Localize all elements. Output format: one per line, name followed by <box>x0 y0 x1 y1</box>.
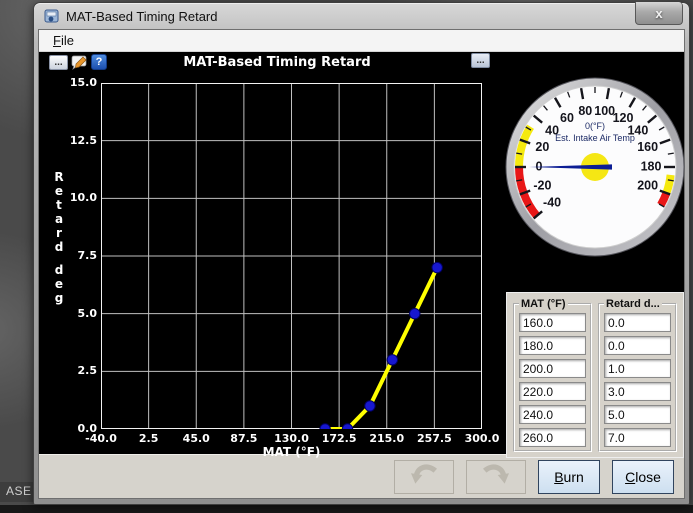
chart-title: MAT-Based Timing Retard <box>183 55 371 70</box>
mat-cell-input[interactable] <box>519 428 586 447</box>
undo-button[interactable] <box>394 459 454 494</box>
svg-text:200: 200 <box>637 178 658 192</box>
x-axis-label: MAT (°F) <box>262 445 321 459</box>
svg-text:Est. Intake Air Temp: Est. Intake Air Temp <box>555 133 635 143</box>
x-tick-label: 130.0 <box>274 432 309 445</box>
help-icon[interactable]: ? <box>91 54 107 70</box>
undo-icon <box>407 462 441 491</box>
y-tick-label: 10.0 <box>69 191 97 205</box>
retard-cell-input[interactable] <box>604 313 671 332</box>
mat-cell-input[interactable] <box>519 382 586 401</box>
mat-cell-input[interactable] <box>519 336 586 355</box>
mat-column-group: MAT (°F) <box>513 298 592 452</box>
y-tick-label: 2.5 <box>77 364 98 378</box>
curve-table-panel: MAT (°F) Retard d... <box>506 292 684 458</box>
svg-text:20: 20 <box>535 140 549 154</box>
svg-text:0(°F): 0(°F) <box>585 121 605 131</box>
burn-button[interactable]: Burn <box>538 459 600 494</box>
dialog-window: MAT-Based Timing Retard x File ... ? MAT… <box>33 2 690 505</box>
retard-column-header: Retard d... <box>606 298 660 310</box>
title-bar[interactable]: MAT-Based Timing Retard x <box>38 2 685 29</box>
retard-cell-input[interactable] <box>604 359 671 378</box>
svg-text:-40: -40 <box>543 195 561 209</box>
redo-icon <box>479 462 513 491</box>
mat-cell-input[interactable] <box>519 405 586 424</box>
svg-text:80: 80 <box>578 104 592 118</box>
window-body: File ... ? MAT-Based Timing Retard ... R… <box>38 29 685 499</box>
menu-bar: File <box>39 30 684 52</box>
mat-column-header: MAT (°F) <box>521 298 566 310</box>
x-tick-label: 172.5 <box>321 432 357 445</box>
retard-column-group: Retard d... <box>598 298 677 452</box>
svg-text:180: 180 <box>641 159 662 173</box>
y-tick-label: 5.0 <box>77 306 98 320</box>
y-tick-label: 7.5 <box>77 249 98 262</box>
x-tick-label: 2.5 <box>138 432 159 445</box>
window-close-button[interactable]: x <box>635 2 683 25</box>
mat-cell-input[interactable] <box>519 359 586 378</box>
retard-values-column <box>604 313 671 447</box>
y-tick-label: 12.5 <box>69 133 97 147</box>
x-tick-label: 257.5 <box>416 432 452 445</box>
y-axis-label: Retarddeg <box>54 170 64 305</box>
retard-cell-input[interactable] <box>604 405 671 424</box>
y-tick-label: 15.0 <box>69 76 97 89</box>
svg-text:-20: -20 <box>533 178 551 192</box>
x-tick-label: 215.0 <box>369 432 405 445</box>
mat-values-column <box>519 313 586 447</box>
dialog-content: ... ? MAT-Based Timing Retard ... Retard… <box>39 52 685 459</box>
desktop-background: ASE OF MAT-Based Timing Retard x File ..… <box>0 0 693 513</box>
x-tick-label: 45.0 <box>182 432 210 445</box>
retard-cell-input[interactable] <box>604 382 671 401</box>
close-x-icon: x <box>655 5 663 21</box>
retard-cell-input[interactable] <box>604 428 671 447</box>
close-button[interactable]: Close <box>612 459 674 494</box>
x-tick-label: 87.5 <box>230 432 258 445</box>
chart-options-button[interactable]: ... <box>49 55 68 70</box>
timing-retard-curve-plot[interactable] <box>101 83 482 429</box>
taskbar-strip <box>0 505 693 513</box>
svg-text:60: 60 <box>560 111 574 125</box>
gauge-options-button[interactable]: ... <box>471 53 490 68</box>
svg-text:160: 160 <box>637 140 658 154</box>
menu-file[interactable]: File <box>47 32 80 49</box>
redo-button[interactable] <box>466 459 526 494</box>
x-tick-label: -40.0 <box>85 432 117 445</box>
svg-text:0: 0 <box>536 159 543 173</box>
intake-air-temp-gauge: -40-200204060 80 1001201401601802000(°F)Es… <box>505 77 685 257</box>
retard-cell-input[interactable] <box>604 336 671 355</box>
x-tick-label: 300.0 <box>464 432 500 445</box>
edit-pencil-icon[interactable] <box>71 55 89 70</box>
mat-cell-input[interactable] <box>519 313 586 332</box>
window-title: MAT-Based Timing Retard <box>66 8 218 24</box>
footer-button-bar: Burn Close <box>39 454 684 498</box>
app-icon <box>44 8 60 24</box>
chart-header: ... ? MAT-Based Timing Retard <box>45 54 486 74</box>
